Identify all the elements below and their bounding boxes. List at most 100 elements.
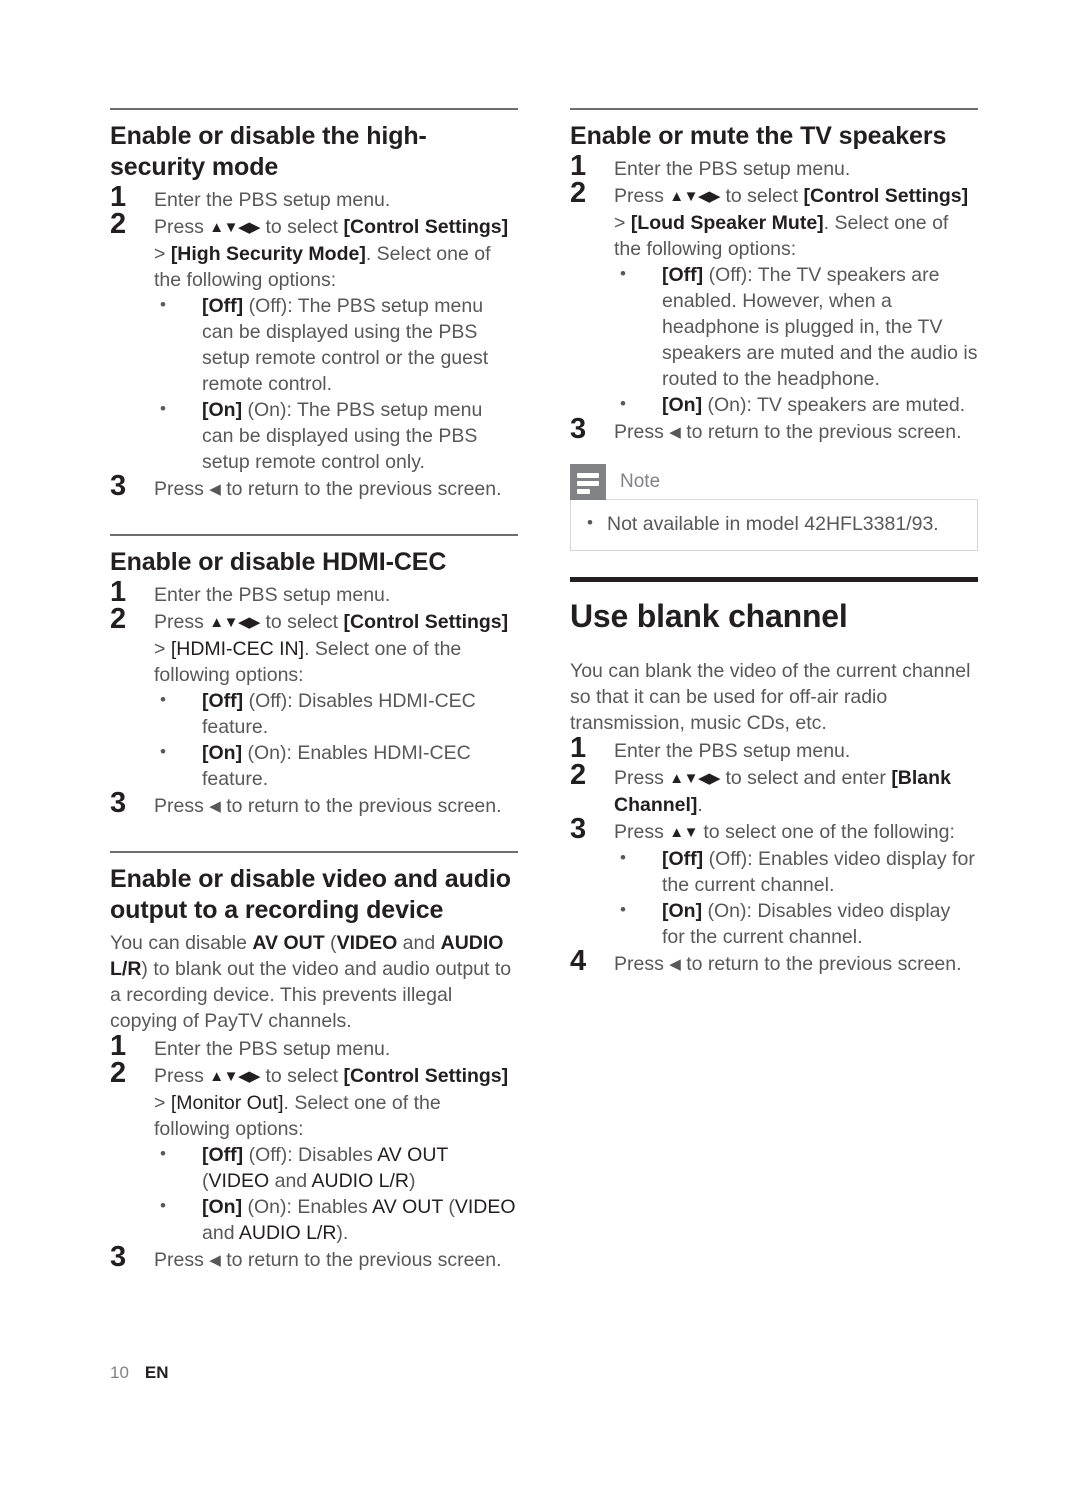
menu-path-item: [Control Settings]	[343, 1065, 509, 1087]
step-text-pre: Press	[154, 795, 210, 817]
step-text-post: to return to the previous screen.	[680, 953, 962, 975]
option-list: [Off] (Off): The PBS setup menu can be d…	[154, 292, 518, 475]
step-number: 3	[110, 470, 127, 502]
option-description-mid: (	[442, 1196, 455, 1218]
term-av-out: AV OUT	[252, 932, 325, 954]
section-rule	[110, 534, 518, 536]
step-text: Press ◀ to return to the previous screen…	[154, 793, 518, 820]
note-header: Note	[570, 464, 978, 500]
option-value: [On]	[202, 1196, 243, 1218]
left-arrow-icon: ◀	[669, 424, 681, 441]
step-text-pre: Press	[154, 1065, 210, 1087]
option-item: [On] (On): The PBS setup menu can be dis…	[154, 396, 518, 475]
left-arrow-icon: ◀	[209, 1252, 221, 1269]
step-text-pre: Press	[154, 478, 210, 500]
option-value-plain: (On)	[247, 1196, 287, 1218]
left-column: Enable or disable the high-security mode…	[110, 108, 518, 1275]
step-number: 4	[570, 945, 587, 977]
step-item: 1 Enter the PBS setup menu.	[570, 733, 978, 764]
note-label: Note	[620, 471, 661, 492]
left-arrow-icon: ◀	[669, 956, 681, 973]
option-list: [Off] (Off): Disables HDMI-CEC feature. …	[154, 687, 518, 792]
option-description: : The PBS setup menu can be displayed us…	[202, 399, 483, 473]
step-text-pre: Press	[614, 767, 670, 789]
step-list: 1 Enter the PBS setup menu. 2 Press ▲▼◀▶…	[570, 151, 978, 446]
option-value-plain: (Off)	[248, 1144, 288, 1166]
option-value: [Off]	[202, 1144, 244, 1166]
step-text: Press ◀ to return to the previous screen…	[154, 1247, 518, 1274]
left-arrow-icon: ◀	[209, 798, 221, 815]
step-text: Enter the PBS setup menu.	[154, 189, 391, 211]
note-icon-bar	[577, 489, 590, 494]
option-description: : The PBS setup menu can be displayed us…	[202, 295, 489, 395]
step-item: 4 Press ◀ to return to the previous scre…	[570, 946, 978, 978]
section-video-audio-output: Enable or disable video and audio output…	[110, 851, 518, 1274]
option-description-post: )	[409, 1170, 416, 1192]
step-item: 1 Enter the PBS setup menu.	[570, 151, 978, 182]
step-text-pre: Press	[614, 821, 670, 843]
term-av-out: AV OUT	[372, 1196, 443, 1218]
step-number: 2	[570, 759, 587, 791]
menu-path-item: [Control Settings]	[343, 611, 509, 633]
section-rule	[110, 851, 518, 853]
option-description: : Disables video display for the current…	[662, 900, 951, 948]
step-text: Press ▲▼◀▶ to select [Control Settings] …	[154, 214, 518, 293]
step-item: 2 Press ▲▼◀▶ to select and enter [Blank …	[570, 760, 978, 818]
option-item: [On] (On): TV speakers are muted.	[614, 391, 978, 418]
section-title: Enable or mute the TV speakers	[570, 122, 947, 150]
menu-path-item: [Loud Speaker Mute]	[630, 212, 824, 234]
step-text-post: to return to the previous screen.	[220, 1249, 502, 1271]
step-item: 3 Press ◀ to return to the previous scre…	[110, 788, 518, 820]
step-text-mid: to select	[260, 1065, 344, 1087]
step-text-post: to return to the previous screen.	[680, 421, 962, 443]
section-high-security-mode: Enable or disable the high-security mode…	[110, 108, 518, 503]
option-item: [On] (On): Enables HDMI-CEC feature.	[154, 739, 518, 792]
option-item: [On] (On): Enables AV OUT (VIDEO and AUD…	[154, 1193, 518, 1246]
step-number: 3	[110, 787, 127, 819]
option-value: [Off]	[662, 264, 704, 286]
section-title: Enable or disable video and audio output…	[110, 865, 511, 924]
step-text: Press ▲▼◀▶ to select [Control Settings] …	[154, 609, 518, 688]
term-audio-lr: AUDIO L/R	[311, 1170, 410, 1192]
note-icon-bar	[577, 481, 599, 486]
option-description-post: ).	[336, 1222, 349, 1244]
option-value: [Off]	[202, 295, 244, 317]
step-number: 3	[570, 813, 587, 845]
language-code: EN	[144, 1363, 169, 1382]
option-description-pre: : Enables	[286, 1196, 373, 1218]
dpad-arrows-icon: ▲▼◀▶	[669, 770, 721, 787]
updown-arrows-icon: ▲▼	[669, 824, 698, 841]
option-value-plain: (Off)	[248, 690, 288, 712]
page-number: 10	[110, 1363, 129, 1382]
option-item: [Off] (Off): Disables HDMI-CEC feature.	[154, 687, 518, 740]
section-title: Enable or disable the high-security mode	[110, 122, 427, 181]
note-item-list: Not available in model 42HFL3381/93.	[585, 510, 963, 537]
step-number: 2	[570, 177, 587, 209]
option-description: : TV speakers are muted.	[746, 394, 966, 416]
menu-path-item: [Monitor Out]	[170, 1092, 284, 1114]
term-video: VIDEO	[454, 1196, 516, 1218]
option-item: [Off] (Off): Disables AV OUT (VIDEO and …	[154, 1141, 518, 1194]
step-text-post: to return to the previous screen.	[220, 795, 502, 817]
manual-page: Enable or disable the high-security mode…	[0, 0, 1080, 1486]
step-item: 2 Press ▲▼◀▶ to select [Control Settings…	[110, 1058, 518, 1246]
left-arrow-icon: ◀	[209, 481, 221, 498]
step-item: 3 Press ▲▼ to select one of the followin…	[570, 814, 978, 950]
menu-path-item: [Control Settings]	[343, 216, 509, 238]
note-item: Not available in model 42HFL3381/93.	[585, 510, 963, 537]
section-rule	[570, 108, 978, 110]
menu-path-item: [HDMI-CEC IN]	[170, 638, 305, 660]
option-description: : Enables HDMI-CEC feature.	[202, 742, 471, 790]
step-text-mid: to select	[260, 611, 344, 633]
step-text-mid: to select and enter	[720, 767, 892, 789]
step-text-mid: to select	[260, 216, 344, 238]
chapter-title: Use blank channel	[570, 598, 848, 634]
option-value-plain: (On)	[707, 900, 747, 922]
option-value: [Off]	[662, 848, 704, 870]
step-list: 1 Enter the PBS setup menu. 2 Press ▲▼◀▶…	[110, 1031, 518, 1274]
option-description: : Disables HDMI-CEC feature.	[202, 690, 476, 738]
step-number: 2	[110, 1057, 127, 1089]
